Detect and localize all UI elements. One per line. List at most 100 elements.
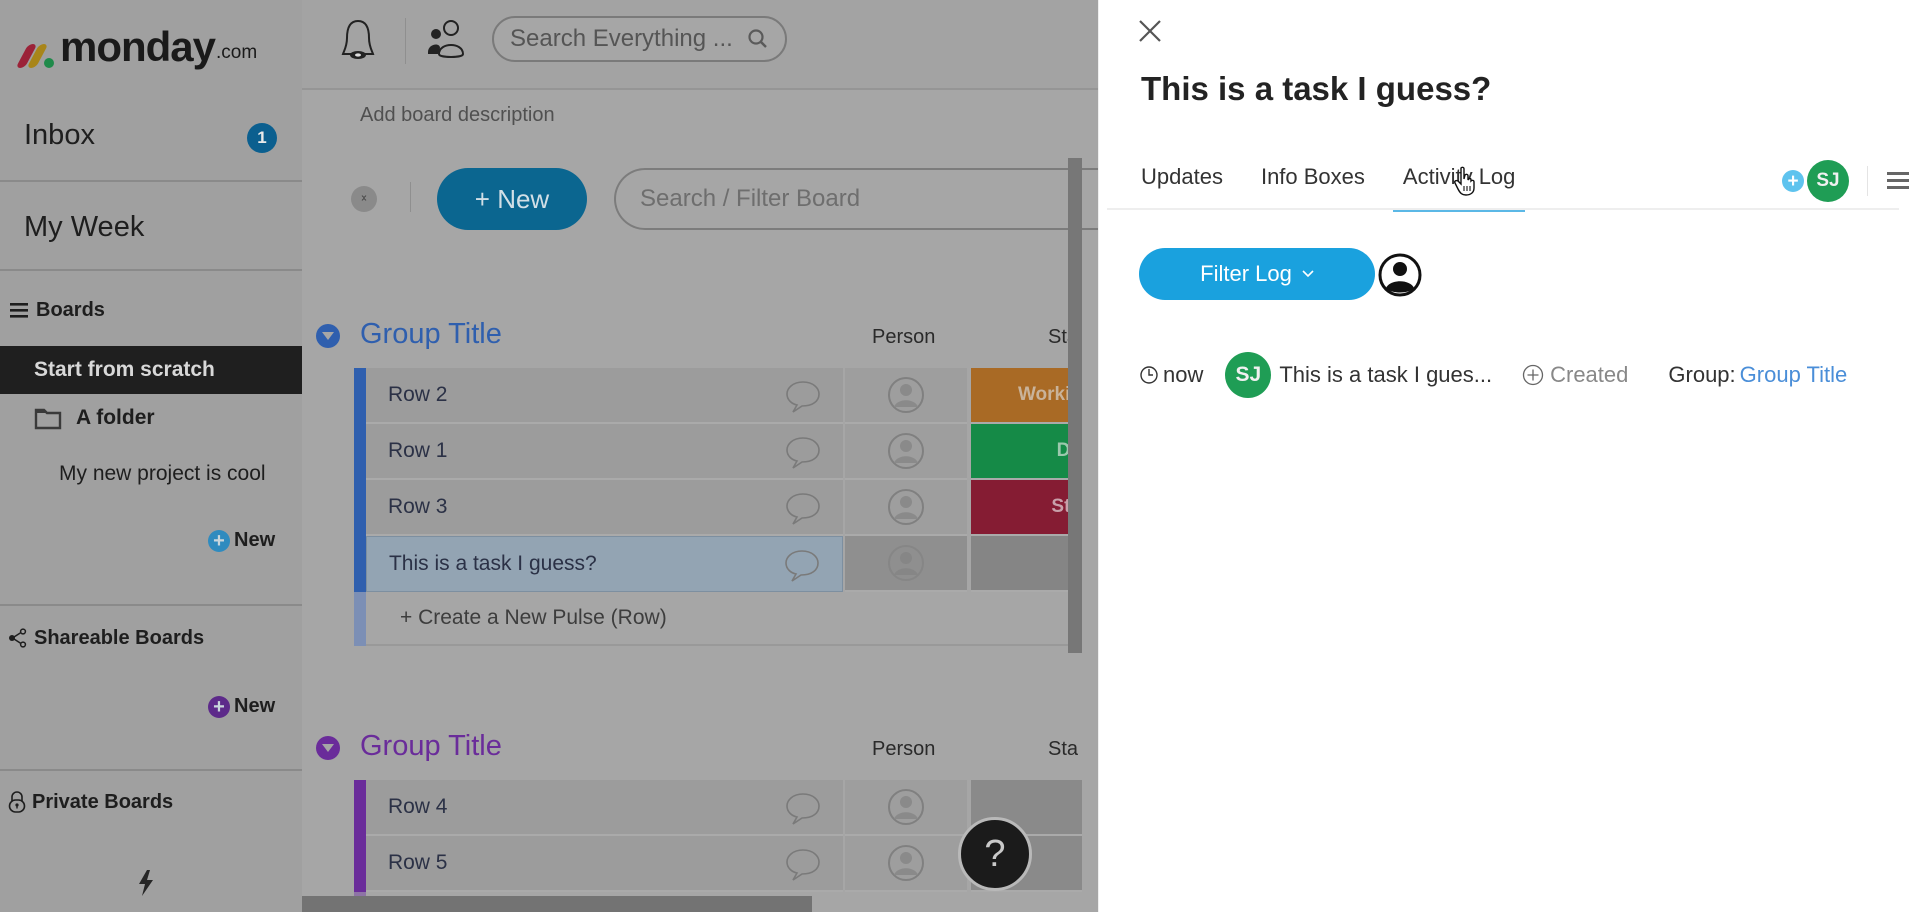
person-cell[interactable] xyxy=(845,480,967,536)
tab-updates[interactable]: Updates xyxy=(1141,160,1223,210)
horizontal-scrollbar[interactable] xyxy=(302,896,812,912)
group-header: Group Title Person Sta xyxy=(302,316,1098,356)
new-item-button[interactable]: + New xyxy=(437,168,587,230)
status-cell[interactable]: Stu xyxy=(970,480,1082,536)
board-area: Search Everything ... Add board descript… xyxy=(302,0,1110,912)
status-cell[interactable]: Workin xyxy=(970,368,1082,424)
sidebar-item-start-from-scratch[interactable]: Start from scratch xyxy=(0,346,302,394)
activity-log-entry[interactable]: now SJ This is a task I gues... Created … xyxy=(1139,350,1919,400)
sidebar-shareable-boards[interactable]: Shareable Boards xyxy=(0,622,302,654)
search-everything-input[interactable]: Search Everything ... xyxy=(492,16,787,62)
search-icon[interactable] xyxy=(747,28,769,50)
new-shareable-board-button[interactable]: + New xyxy=(208,695,275,718)
table-row[interactable]: Row 2 Workin xyxy=(354,368,1082,424)
filter-placeholder: Search / Filter Board xyxy=(640,185,861,212)
new-label: New xyxy=(234,529,276,551)
log-timestamp: now xyxy=(1139,362,1203,388)
sidebar-boards-header[interactable]: Boards xyxy=(0,294,302,326)
comment-bubble-icon[interactable] xyxy=(785,380,821,414)
close-icon[interactable] xyxy=(1137,18,1163,44)
share-icon xyxy=(9,628,27,648)
sidebar: monday .com Inbox 1 My Week Boards Start… xyxy=(0,0,302,912)
comment-bubble-icon[interactable] xyxy=(784,549,820,583)
create-row-label[interactable]: + Create a New Pulse (Row) xyxy=(366,592,1082,646)
comment-bubble-icon[interactable] xyxy=(785,492,821,526)
group-collapse-toggle[interactable] xyxy=(316,324,340,348)
tab-info-boxes[interactable]: Info Boxes xyxy=(1261,160,1365,210)
group-color-stripe xyxy=(354,836,366,892)
table-row[interactable]: Row 3 Stu xyxy=(354,480,1082,536)
group-collapse-toggle[interactable] xyxy=(316,736,340,760)
logo-mark-icon xyxy=(15,40,54,68)
column-header-person[interactable]: Person xyxy=(872,738,935,761)
log-item-name[interactable]: This is a task I gues... xyxy=(1279,362,1492,388)
bell-icon[interactable] xyxy=(340,18,376,62)
log-group-link[interactable]: Group Title xyxy=(1740,362,1848,387)
sidebar-private-boards[interactable]: Private Boards xyxy=(0,786,302,818)
board-description[interactable]: Add board description xyxy=(360,104,555,127)
vertical-scrollbar[interactable] xyxy=(1068,158,1082,653)
hamburger-icon xyxy=(10,303,28,318)
row-name: Row 3 xyxy=(387,495,448,518)
log-group-label: Group: xyxy=(1668,362,1736,387)
caret-down-icon xyxy=(322,332,334,340)
person-cell[interactable] xyxy=(845,780,967,836)
filter-board-input[interactable]: Search / Filter Board xyxy=(614,168,1110,230)
collapse-all-toggle[interactable]: ⌄ ⌃ xyxy=(351,186,377,212)
new-board-button[interactable]: + New xyxy=(208,529,275,552)
shareable-boards-label: Shareable Boards xyxy=(34,626,205,649)
folder-label: A folder xyxy=(76,406,155,429)
plus-circle-icon: + xyxy=(208,695,230,718)
row-name-cell[interactable]: Row 1 xyxy=(365,424,844,480)
person-cell[interactable] xyxy=(845,424,967,480)
subscriber-avatar[interactable]: SJ xyxy=(1807,160,1849,202)
item-title[interactable]: This is a task I guess? xyxy=(1141,70,1491,108)
board-item-label: My new project is cool xyxy=(59,462,266,485)
row-name-cell[interactable]: Row 5 xyxy=(365,836,844,892)
row-name-cell[interactable]: This is a task I guess? xyxy=(365,536,844,592)
column-header-status[interactable]: Sta xyxy=(1048,738,1078,761)
person-placeholder-icon xyxy=(887,433,924,469)
person-cell[interactable] xyxy=(845,536,967,592)
person-cell[interactable] xyxy=(845,368,967,424)
group-title[interactable]: Group Title xyxy=(360,318,502,351)
menu-icon[interactable] xyxy=(1887,170,1909,190)
caret-down-icon xyxy=(322,744,334,752)
lightning-icon[interactable] xyxy=(136,870,156,896)
hand-cursor-icon xyxy=(1454,166,1475,196)
group-title[interactable]: Group Title xyxy=(360,730,502,763)
row-name-cell[interactable]: Row 2 xyxy=(365,368,844,424)
comment-bubble-icon[interactable] xyxy=(785,848,821,882)
log-action: Created xyxy=(1522,362,1628,388)
comment-bubble-icon[interactable] xyxy=(785,792,821,826)
comment-bubble-icon[interactable] xyxy=(785,436,821,470)
status-cell[interactable] xyxy=(970,536,1083,592)
log-user-avatar[interactable]: SJ xyxy=(1225,352,1272,398)
row-name-cell[interactable]: Row 3 xyxy=(365,480,844,536)
my-week-label: My Week xyxy=(24,210,145,243)
people-icon[interactable] xyxy=(426,18,466,60)
sidebar-board-item[interactable]: My new project is cool xyxy=(0,458,302,490)
sidebar-item-my-week[interactable]: My Week xyxy=(0,204,302,250)
divider xyxy=(0,769,302,771)
person-cell[interactable] xyxy=(845,836,967,892)
create-new-row[interactable]: + Create a New Pulse (Row) xyxy=(354,592,1082,646)
lock-icon xyxy=(8,791,26,813)
sidebar-folder[interactable]: A folder xyxy=(0,400,302,436)
row-name-cell[interactable]: Row 4 xyxy=(365,780,844,836)
group-color-stripe xyxy=(354,592,366,646)
filter-log-button[interactable]: Filter Log xyxy=(1139,248,1375,300)
table-row[interactable]: Row 1 Do xyxy=(354,424,1082,480)
help-button[interactable]: ? xyxy=(958,817,1032,891)
add-subscriber-icon[interactable]: + xyxy=(1782,170,1804,192)
item-detail-panel: This is a task I guess? Updates Info Box… xyxy=(1098,0,1920,912)
column-header-person[interactable]: Person xyxy=(872,326,935,349)
status-cell[interactable]: Do xyxy=(970,424,1082,480)
person-filter-icon[interactable] xyxy=(1377,252,1423,298)
tabs-divider xyxy=(1107,208,1899,210)
divider xyxy=(0,269,302,271)
monday-logo[interactable]: monday .com xyxy=(15,18,257,68)
person-placeholder-icon xyxy=(887,789,924,825)
divider xyxy=(405,18,406,64)
table-row-selected[interactable]: This is a task I guess? xyxy=(354,536,1083,592)
